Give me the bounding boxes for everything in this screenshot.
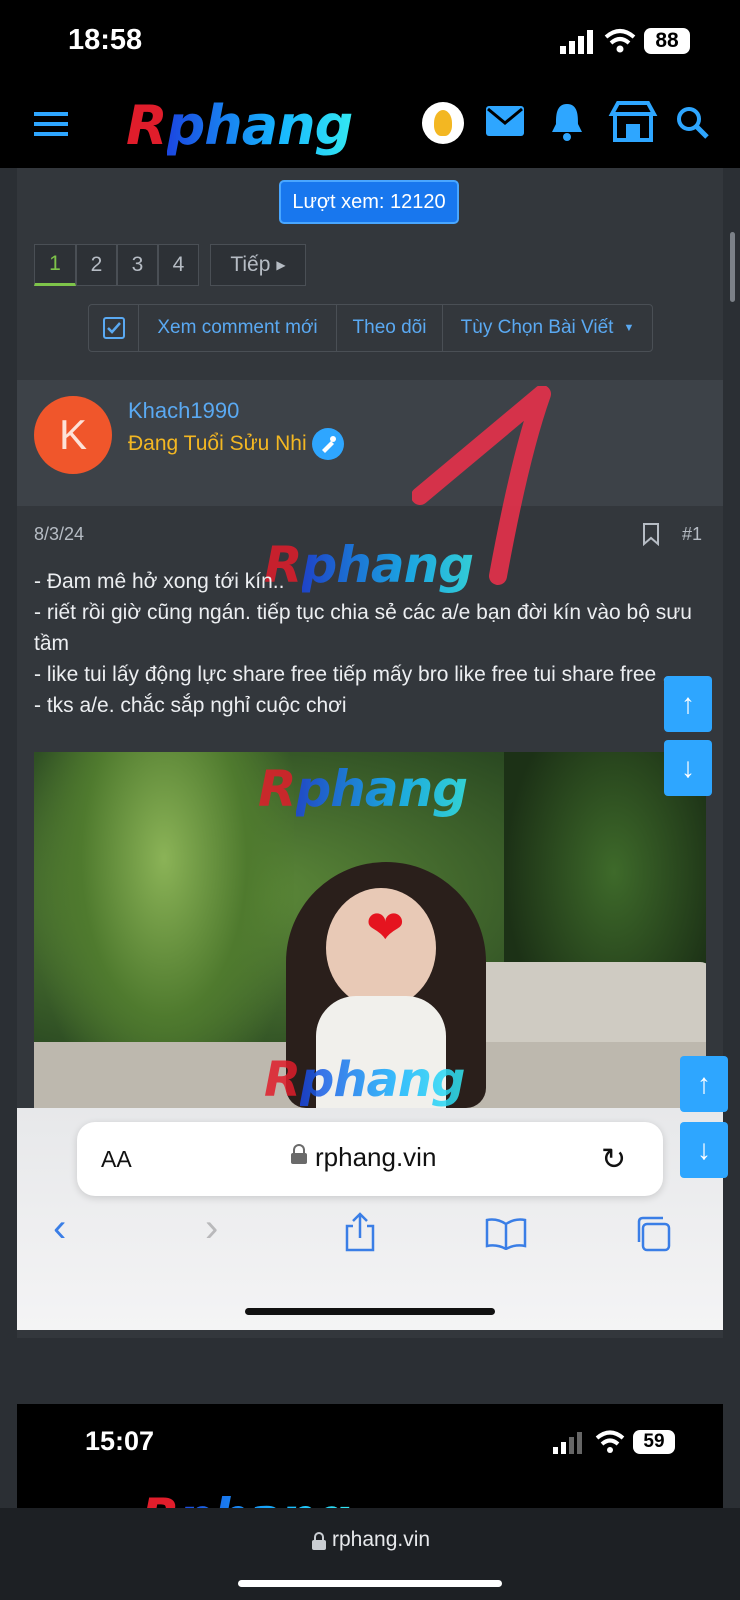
lock-icon — [312, 1532, 326, 1550]
embedded-screenshot-2: 15:07 59 Rphang — [17, 1404, 723, 1508]
watermark-logo: Rphang — [264, 1052, 465, 1108]
arrow-up-icon: ↑ — [697, 1068, 711, 1099]
status-bar: 18:58 88 — [0, 0, 740, 84]
scroll-top-button[interactable]: ↑ — [680, 1056, 728, 1112]
post-body: - Đam mê hở xong tới kín.. - riết rồi gi… — [34, 566, 714, 721]
mail-icon[interactable] — [486, 106, 524, 136]
username-link[interactable]: Khach1990 — [128, 398, 239, 424]
user-title: Đang Tuổi Sửu Nhi — [128, 432, 307, 455]
post-author-panel — [17, 380, 723, 506]
store-icon[interactable] — [608, 100, 658, 144]
battery-icon: 59 — [633, 1430, 675, 1454]
battery-level: 88 — [655, 29, 679, 52]
post-line: - riết rồi giờ cũng ngán. tiếp tục chia … — [34, 601, 692, 655]
new-comments-button[interactable]: Xem comment mới — [139, 305, 337, 351]
post-date: 8/3/24 — [34, 524, 85, 544]
top-navigation: Rphang — [0, 84, 740, 168]
wifi-icon — [595, 1430, 625, 1453]
user-avatar[interactable]: K — [34, 396, 112, 474]
bell-icon[interactable] — [550, 102, 584, 142]
reload-icon: ↻ — [601, 1143, 627, 1176]
embedded-safari-toolbar: AA rphang.vin ↻ ‹ › — [17, 1108, 723, 1330]
scroll-bottom-button[interactable]: ↓ — [680, 1122, 728, 1178]
share-icon — [345, 1212, 375, 1252]
avatar-icon[interactable] — [422, 102, 464, 144]
post-line: - like tui lấy động lực share free tiếp … — [34, 663, 668, 686]
battery-icon: 88 — [644, 28, 690, 54]
arrow-up-icon: ↑ — [681, 688, 695, 719]
embedded-status-time: 15:07 — [85, 1426, 155, 1456]
arrow-down-icon: ↓ — [681, 752, 695, 783]
site-logo[interactable]: Rphang — [126, 94, 353, 157]
embedded-address-bar: AA rphang.vin ↻ — [77, 1122, 663, 1196]
tabs-icon — [637, 1216, 671, 1252]
embedded-url: rphang.vin — [315, 1142, 437, 1172]
checkbox-icon — [102, 317, 125, 339]
chevron-down-icon: ▼ — [623, 322, 635, 334]
scrollbar-thumb[interactable] — [730, 232, 735, 302]
home-indicator — [245, 1308, 495, 1315]
post-number[interactable]: #1 — [682, 524, 702, 545]
forward-icon: › — [205, 1206, 219, 1250]
post-line: - Đam mê hở xong tới kín.. — [34, 570, 285, 593]
home-indicator — [238, 1580, 502, 1587]
arrow-down-icon: ↓ — [697, 1134, 711, 1165]
text-size-button: AA — [101, 1146, 132, 1172]
bookmarks-icon — [485, 1218, 527, 1250]
scroll-bottom-button[interactable]: ↓ — [664, 740, 712, 796]
search-icon[interactable] — [676, 106, 710, 140]
page-3-button[interactable]: 3 — [117, 244, 158, 286]
caret-right-icon: ▶ — [276, 258, 286, 272]
page-1-button[interactable]: 1 — [34, 244, 76, 286]
status-time: 18:58 — [68, 24, 143, 56]
wifi-icon — [604, 29, 636, 53]
views-badge: Lượt xem: 12120 — [279, 180, 459, 224]
page-2-button[interactable]: 2 — [76, 244, 117, 286]
bottom-url: rphang.vin — [332, 1528, 431, 1551]
select-checkbox[interactable] — [89, 305, 139, 351]
scroll-top-button[interactable]: ↑ — [664, 676, 712, 732]
menu-icon[interactable] — [34, 110, 68, 138]
heart-sticker-icon: ❤ — [366, 901, 405, 953]
post-options-button[interactable]: Tùy Chọn Bài Viết ▼ — [443, 305, 652, 351]
post-image[interactable]: ❤ Rphang Rphang — [34, 752, 706, 1108]
watermark-logo: Rphang — [258, 760, 468, 818]
thread-toolbar: Xem comment mới Theo dõi Tùy Chọn Bài Vi… — [88, 304, 653, 352]
bookmark-icon[interactable] — [642, 522, 660, 546]
verified-badge-icon — [312, 428, 344, 460]
signal-icon — [560, 30, 593, 54]
site-logo: Rphang — [141, 1488, 351, 1508]
page-4-button[interactable]: 4 — [158, 244, 199, 286]
follow-button[interactable]: Theo dõi — [337, 305, 443, 351]
bottom-address-bar[interactable]: rphang.vin — [0, 1508, 740, 1600]
post-line: - tks a/e. chắc sắp nghỉ cuộc chơi — [34, 694, 347, 717]
lock-icon — [291, 1144, 307, 1164]
back-icon: ‹ — [53, 1206, 67, 1250]
next-page-button[interactable]: Tiếp ▶ — [210, 244, 306, 286]
signal-icon — [553, 1432, 582, 1454]
